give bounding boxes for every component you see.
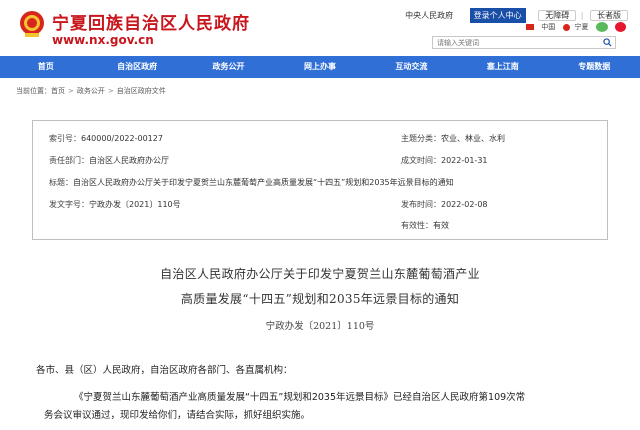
breadcrumb-item-open-affairs[interactable]: 政务公开 [77,86,105,96]
info-validity-value: 有效 [433,221,449,230]
weibo-icon[interactable] [615,22,626,32]
info-created-value: 2022-01-31 [441,156,488,165]
pill-divider: | [580,11,584,20]
nav-item-data-topics[interactable]: 专题数据 [549,56,640,78]
breadcrumb-label: 当前位置： [16,87,51,95]
site-title[interactable]: 宁夏回族自治区人民政府 [52,9,250,34]
main-nav: 首页 自治区政府 政务公开 网上办事 互动交流 塞上江南 专题数据 [0,56,640,78]
nav-item-open-affairs[interactable]: 政务公开 [183,56,274,78]
central-gov-link[interactable]: 中央人民政府 [405,10,453,21]
ningxia-link[interactable]: 宁夏 [575,22,589,32]
nav-item-interaction[interactable]: 互动交流 [366,56,457,78]
info-docno-value: 宁政办发〔2021〕110号 [89,200,181,209]
site-header: 宁夏回族自治区人民政府 www.nx.gov.cn 中央人民政府 登录个人中心 … [0,0,640,56]
info-dept-value: 自治区人民政府办公厅 [89,156,169,165]
elder-mode-button[interactable]: 长者版 [590,10,628,21]
document-info-box: 索引号：640000/2022-00127 主题分类：农业、林业、水利 责任部门… [32,120,608,240]
article-salutation: 各市、县（区）人民政府，自治区政府各部门、各直属机构： [36,365,293,376]
national-emblem-icon[interactable] [19,10,45,38]
breadcrumb-separator: > [107,87,114,95]
article-title-line-1: 自治区人民政府办公厅关于印发宁夏贺兰山东麓葡萄酒产业 [160,267,480,281]
info-created: 成文时间：2022-01-31 [401,155,488,166]
info-validity: 有效性：有效 [401,220,449,231]
breadcrumb-item-home[interactable]: 首页 [51,86,65,96]
info-created-label: 成文时间： [401,156,441,165]
info-published-value: 2022-02-08 [441,200,488,209]
info-validity-label: 有效性： [401,221,433,230]
info-index-label: 索引号： [49,134,81,143]
info-index-value: 640000/2022-00127 [81,134,163,143]
search-box [432,36,616,49]
info-published: 发布时间：2022-02-08 [401,199,488,210]
china-link[interactable]: 中国 [541,22,555,32]
nav-item-government[interactable]: 自治区政府 [91,56,182,78]
accessibility-button[interactable]: 无障碍 [538,10,577,21]
info-category-value: 农业、林业、水利 [441,134,505,143]
wechat-icon[interactable] [595,22,608,32]
nav-item-home[interactable]: 首页 [0,56,91,78]
article-paragraph-line-2: 务会议审议通过，现印发给你们，请结合实际，抓好组织实施。 [44,410,311,421]
ningxia-dot-icon [562,23,570,31]
login-button[interactable]: 登录个人中心 [469,8,526,23]
info-category: 主题分类：农业、林业、水利 [401,133,505,144]
article-title-line-2: 高质量发展“十四五”规划和2035年远景目标的通知 [180,292,460,306]
info-published-label: 发布时间： [401,200,441,209]
article-paragraph-line-1: 《宁夏贺兰山东麓葡萄酒产业高质量发展“十四五”规划和2035年远景目标》已经自治… [74,392,526,403]
info-title: 标题：自治区人民政府办公厅关于印发宁夏贺兰山东麓葡萄产业高质量发展“十四五”规划… [49,177,454,188]
info-dept: 责任部门：自治区人民政府办公厅 [49,155,169,166]
china-flag-icon [526,24,535,30]
breadcrumb-item-gov-docs[interactable]: 自治区政府文件 [117,86,166,96]
info-docno-label: 发文字号： [49,200,89,209]
nav-item-saishang[interactable]: 塞上江南 [457,56,548,78]
info-category-label: 主题分类： [401,134,441,143]
info-title-label: 标题： [49,178,73,187]
search-input[interactable] [433,37,601,48]
top-links: 中央人民政府 登录个人中心 无障碍 | 长者版 [405,8,628,23]
article-doc-number: 宁政办发〔2021〕110号 [265,321,375,332]
info-docno: 发文字号：宁政办发〔2021〕110号 [49,199,181,210]
breadcrumb: 当前位置：首页 > 政务公开 > 自治区政府文件 [16,86,166,96]
site-url: www.nx.gov.cn [52,33,154,47]
search-icon[interactable] [603,38,612,47]
breadcrumb-separator: > [68,87,74,95]
info-index: 索引号：640000/2022-00127 [49,133,163,144]
nav-item-online-services[interactable]: 网上办事 [274,56,365,78]
info-title-value: 自治区人民政府办公厅关于印发宁夏贺兰山东麓葡萄产业高质量发展“十四五”规划和20… [73,178,454,187]
info-dept-label: 责任部门： [49,156,89,165]
social-icons: 中国 宁夏 [521,22,626,32]
